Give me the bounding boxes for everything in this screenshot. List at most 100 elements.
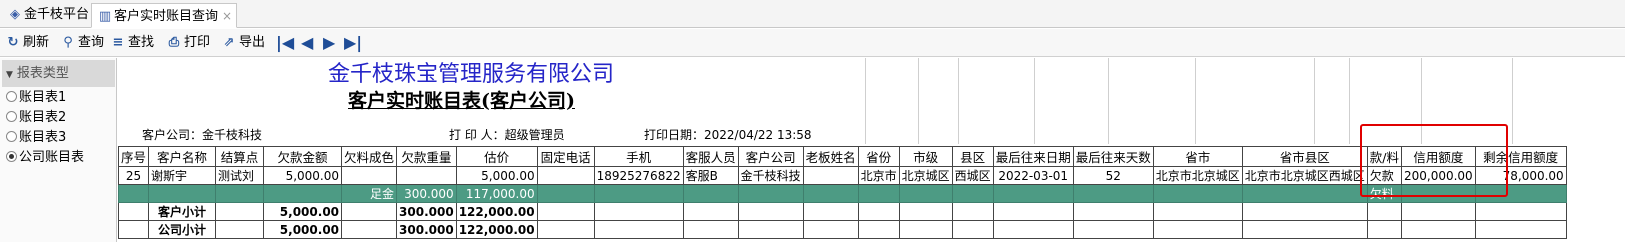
radio-icon[interactable] xyxy=(6,91,17,102)
column-guide xyxy=(918,58,919,144)
report-type-option-3[interactable]: 账目表3 xyxy=(6,129,66,147)
column-header[interactable]: 县区 xyxy=(951,146,994,167)
column-header[interactable]: 序号 xyxy=(118,146,150,167)
table-row-highlighted[interactable]: 足金 300.000 117,000.00 欠料 xyxy=(118,184,1567,203)
chevron-right-icon: ▶ xyxy=(323,33,336,52)
column-header[interactable]: 欠款金额 xyxy=(263,146,343,167)
toolbar: ↻ 刷新 ⚲ 查询 ≡ 查找 ⎙ 打印 ⇗ 导出 |◀ ◀ ▶ ▶| xyxy=(0,29,1625,57)
column-header[interactable]: 老板姓名 xyxy=(802,146,859,167)
diamond-logo-icon: ◈ xyxy=(10,7,20,22)
export-label: 导出 xyxy=(239,35,266,50)
report-type-panel: ▼ 报表类型 账目表1 账目表2 账目表3 公司账目表 xyxy=(0,58,117,242)
column-header[interactable]: 省市县区 xyxy=(1241,146,1368,167)
column-header[interactable]: 手机 xyxy=(593,146,684,167)
last-page-icon: ▶| xyxy=(344,33,363,52)
column-guide xyxy=(1512,58,1513,144)
radio-checked-icon[interactable] xyxy=(6,151,17,162)
option-label: 账目表2 xyxy=(19,110,67,125)
column-header[interactable]: 客户公司 xyxy=(737,146,804,167)
table-cell xyxy=(536,220,595,239)
report-type-option-company[interactable]: 公司账目表 xyxy=(6,149,84,167)
table-cell: 300.000 xyxy=(396,220,457,239)
table-cell: 谢斯宇 xyxy=(148,166,217,185)
column-header[interactable]: 客服人员 xyxy=(682,146,739,167)
tab-home[interactable]: ◈ 金千枝平台 xyxy=(2,3,95,28)
table-cell xyxy=(215,202,265,221)
column-header[interactable]: 最后往来天数 xyxy=(1072,146,1154,167)
table-cell xyxy=(951,184,994,203)
column-guide xyxy=(1349,58,1350,144)
column-header[interactable]: 结算点 xyxy=(215,146,265,167)
table-cell xyxy=(1241,184,1368,203)
table-cell: 测试刘 xyxy=(215,166,265,185)
print-button[interactable]: ⎙ 打印 xyxy=(166,32,210,54)
table-cell xyxy=(802,220,859,239)
tab-customer-account-query[interactable]: ▥ 客户实时账目查询 × xyxy=(91,3,237,28)
table-row-subtotal-company[interactable]: 公司小计 5,000.00 300.000 122,000.00 xyxy=(118,220,1567,239)
table-cell xyxy=(341,220,398,239)
column-guide xyxy=(1034,58,1035,144)
report-type-header-label: 报表类型 xyxy=(16,66,69,81)
tab-active-label: 客户实时账目查询 xyxy=(114,9,219,24)
triangle-down-icon: ▼ xyxy=(6,70,13,80)
prev-page-button[interactable]: ◀ xyxy=(301,32,313,54)
table-cell: 北京市北京城区西城区 xyxy=(1241,166,1368,185)
bar-chart-icon: ▥ xyxy=(98,9,112,24)
table-cell xyxy=(682,220,739,239)
report-type-option-1[interactable]: 账目表1 xyxy=(6,89,66,107)
table-cell: 5,000.00 xyxy=(263,202,343,221)
table-cell xyxy=(1072,184,1154,203)
refresh-button[interactable]: ↻ 刷新 xyxy=(5,32,49,54)
table-cell xyxy=(536,184,595,203)
table-row-subtotal-customer[interactable]: 客户小计 5,000.00 300.000 122,000.00 xyxy=(118,202,1567,221)
query-button[interactable]: ⚲ 查询 xyxy=(60,32,104,54)
column-header[interactable]: 欠款重量 xyxy=(396,146,457,167)
query-label: 查询 xyxy=(78,35,105,50)
table-cell xyxy=(593,202,684,221)
table-cell xyxy=(857,184,900,203)
column-header[interactable]: 估价 xyxy=(455,146,538,167)
table-cell xyxy=(1152,202,1243,221)
export-button[interactable]: ⇗ 导出 xyxy=(221,32,265,54)
table-cell xyxy=(1400,220,1476,239)
table-cell xyxy=(1152,184,1243,203)
search-icon: ⚲ xyxy=(63,35,73,50)
column-header[interactable]: 省份 xyxy=(857,146,900,167)
table-cell xyxy=(341,202,398,221)
option-label: 公司账目表 xyxy=(19,150,85,165)
chevron-left-icon: ◀ xyxy=(301,33,314,52)
table-cell xyxy=(118,202,150,221)
report-type-header[interactable]: ▼ 报表类型 xyxy=(2,60,115,87)
table-cell: 25 xyxy=(118,166,150,185)
next-page-button[interactable]: ▶ xyxy=(323,32,335,54)
find-button[interactable]: ≡ 查找 xyxy=(110,32,154,54)
column-header[interactable]: 省市 xyxy=(1152,146,1243,167)
refresh-label: 刷新 xyxy=(23,35,50,50)
column-guide xyxy=(958,58,959,144)
table-cell xyxy=(593,184,684,203)
column-guide xyxy=(1108,58,1109,144)
column-header[interactable]: 客户名称 xyxy=(148,146,217,167)
table-cell xyxy=(1474,202,1567,221)
table-cell: 122,000.00 xyxy=(455,202,538,221)
last-page-button[interactable]: ▶| xyxy=(344,32,362,54)
radio-icon[interactable] xyxy=(6,111,17,122)
radio-icon[interactable] xyxy=(6,131,17,142)
report-type-option-2[interactable]: 账目表2 xyxy=(6,109,66,127)
column-header[interactable]: 最后往来日期 xyxy=(992,146,1074,167)
table-cell xyxy=(992,220,1074,239)
find-label: 查找 xyxy=(128,35,155,50)
table-cell xyxy=(1400,202,1476,221)
column-header[interactable]: 固定电话 xyxy=(536,146,595,167)
column-header[interactable]: 欠料成色 xyxy=(341,146,398,167)
close-icon[interactable]: × xyxy=(222,9,232,23)
first-page-button[interactable]: |◀ xyxy=(276,32,294,54)
table-row[interactable]: 25 谢斯宇 测试刘 5,000.00 5,000.00 18925276822… xyxy=(118,166,1567,185)
table-cell: 2022-03-01 xyxy=(992,166,1074,185)
table-cell xyxy=(396,166,457,185)
column-header[interactable]: 市级 xyxy=(898,146,953,167)
table-cell xyxy=(1241,220,1368,239)
table-cell xyxy=(802,184,859,203)
table-cell xyxy=(857,202,900,221)
table-cell xyxy=(898,202,953,221)
